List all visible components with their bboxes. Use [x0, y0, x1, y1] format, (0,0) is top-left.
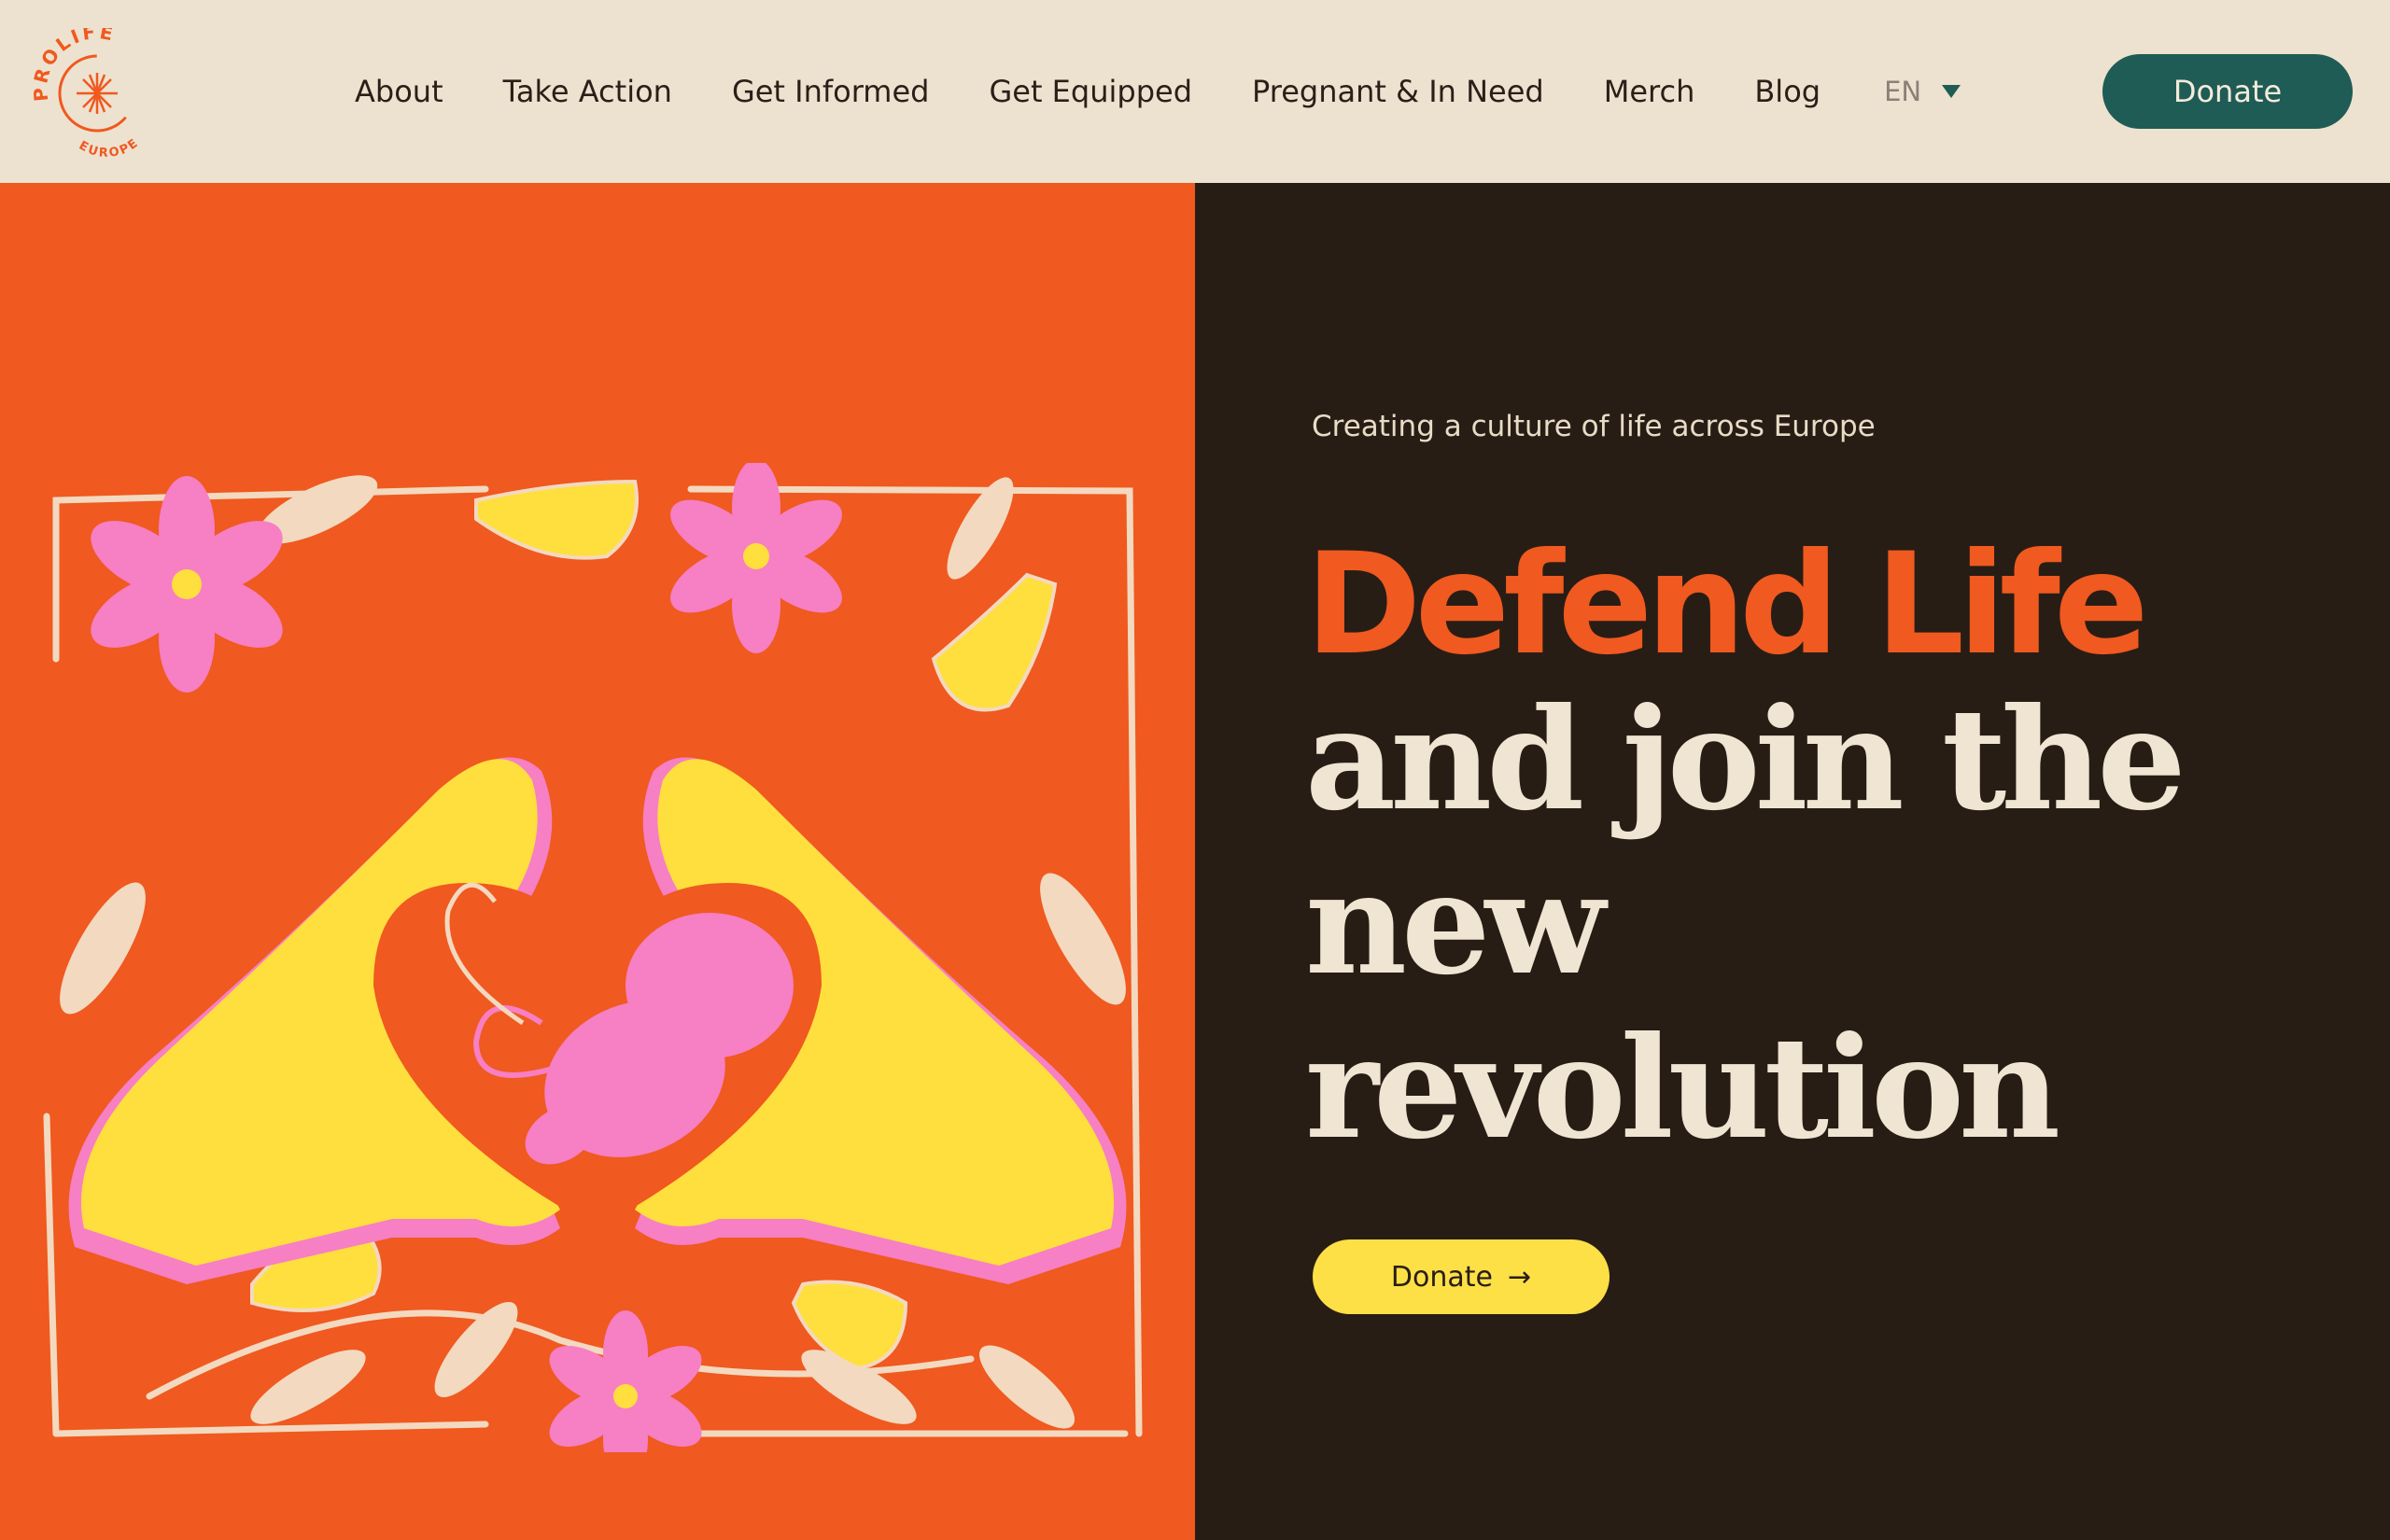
hero-donate-button[interactable]: Donate → [1313, 1239, 1610, 1314]
heart-hands-illustration [43, 463, 1143, 1452]
nav-about[interactable]: About [355, 74, 443, 109]
nav-pregnant-in-need[interactable]: Pregnant & In Need [1252, 74, 1544, 109]
chevron-down-icon [1942, 85, 1961, 98]
hero-illustration-panel [0, 183, 1195, 1540]
language-label: EN [1884, 76, 1922, 107]
site-header: PROLIFE EUROPE About Take Action Get Inf… [0, 0, 2390, 183]
nav-get-equipped[interactable]: Get Equipped [989, 74, 1192, 109]
arrow-right-icon: → [1507, 1260, 1532, 1294]
prolife-europe-logo[interactable]: PROLIFE EUROPE [32, 28, 162, 159]
hero-text-panel: Creating a culture of life across Europe… [1195, 183, 2390, 1540]
hero-headline-accent: Defend Life [1305, 524, 2149, 686]
hero-tagline: Creating a culture of life across Europe [1312, 410, 1876, 443]
nav-take-action[interactable]: Take Action [503, 74, 672, 109]
language-selector[interactable]: EN [1884, 76, 1961, 107]
hero-donate-label: Donate [1390, 1260, 1493, 1294]
hero-headline-rest: and join the new revolution [1305, 678, 2186, 1170]
nav-get-informed[interactable]: Get Informed [732, 74, 930, 109]
nav-merch[interactable]: Merch [1604, 74, 1695, 109]
header-donate-button[interactable]: Donate [2102, 54, 2353, 129]
main-nav: About Take Action Get Informed Get Equip… [355, 65, 1961, 118]
nav-blog[interactable]: Blog [1754, 74, 1821, 109]
svg-text:EUROPE: EUROPE [77, 135, 142, 159]
